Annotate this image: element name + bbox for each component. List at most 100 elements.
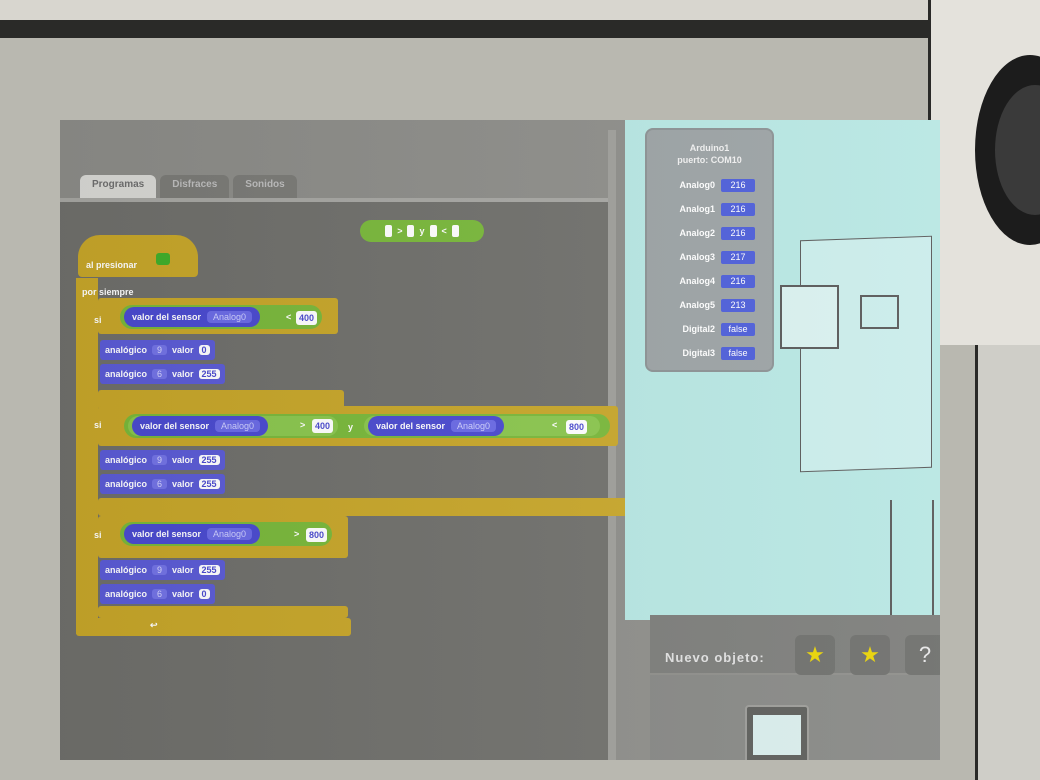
pin-dropdown[interactable]: 9	[152, 455, 168, 465]
gt-symbol: >	[397, 226, 403, 236]
choose-sprite-button[interactable]: ★	[850, 635, 890, 675]
value-label: valor	[172, 455, 194, 465]
value-input[interactable]: 0	[198, 345, 210, 355]
hat-label: al presionar	[86, 260, 138, 270]
lt-symbol: <	[286, 312, 292, 322]
value-input[interactable]: 255	[198, 455, 220, 465]
forever-block[interactable]	[76, 278, 98, 634]
tab-bar: Programas Disfraces Sonidos	[80, 175, 297, 199]
and-operator-block[interactable]: > y <	[360, 220, 484, 242]
if-block-2-end	[98, 498, 628, 516]
tab-programas[interactable]: Programas	[80, 175, 157, 199]
analog-label: analógico	[105, 369, 148, 379]
sensor-value-block[interactable]: valor del sensor Analog0	[368, 416, 505, 436]
value-label: valor	[172, 479, 194, 489]
sensor-value-block[interactable]: valor del sensor Analog0	[132, 416, 269, 436]
watcher-row-name: Analog0	[679, 180, 715, 190]
watcher-row-value: 216	[721, 202, 755, 216]
sensor-port-dropdown[interactable]: Analog0	[207, 311, 253, 323]
analog-write-block[interactable]: analógico 9 valor 255	[100, 450, 225, 470]
watcher-row-value: 213	[721, 298, 755, 312]
forever-block-end	[76, 618, 351, 636]
threshold-400[interactable]: 400	[312, 419, 334, 433]
usb-connector-image	[780, 285, 839, 349]
watcher-row: Digital3 false	[655, 344, 755, 362]
pin-dropdown[interactable]: 9	[152, 565, 168, 575]
new-sprite-label: Nuevo objeto:	[665, 650, 765, 665]
watcher-row: Analog3 217	[655, 248, 755, 266]
value-input[interactable]: 255	[198, 479, 220, 489]
watcher-row-name: Analog2	[679, 228, 715, 238]
tab-sonidos[interactable]: Sonidos	[233, 175, 297, 199]
random-sprite-button[interactable]: ?	[905, 635, 940, 675]
lt-symbol: <	[441, 226, 447, 236]
tab-disfraces[interactable]: Disfraces	[160, 175, 230, 199]
watcher-row-name: Analog3	[679, 252, 715, 262]
green-flag-hat-block[interactable]	[78, 235, 198, 277]
analog-write-block[interactable]: analógico 9 valor 255	[100, 560, 225, 580]
sprite-thumbnail-image	[753, 715, 801, 755]
threshold-400[interactable]: 400	[296, 311, 318, 325]
sensor-port-dropdown[interactable]: Analog0	[207, 528, 253, 540]
watcher-row-name: Analog4	[679, 276, 715, 286]
analog-write-block[interactable]: analógico 6 valor 255	[100, 474, 225, 494]
watcher-row-value: 216	[721, 274, 755, 288]
and-symbol: y	[419, 226, 425, 236]
analog-label: analógico	[105, 345, 148, 355]
sensor-label: valor del sensor	[132, 529, 202, 539]
threshold-800[interactable]: 800	[306, 528, 328, 542]
projected-screen: Programas Disfraces Sonidos > y < al pre…	[60, 120, 940, 760]
threshold-800[interactable]: 800	[566, 420, 588, 434]
value-label: valor	[172, 589, 194, 599]
pin-dropdown[interactable]: 9	[152, 345, 168, 355]
watcher-title: Arduino1 puerto: COM10	[647, 142, 772, 166]
watcher-row: Digital2 false	[655, 320, 755, 338]
watcher-row-value: 217	[721, 250, 755, 264]
watcher-title-line1: Arduino1	[689, 143, 730, 153]
slot[interactable]	[429, 225, 437, 237]
sensor-label: valor del sensor	[132, 312, 202, 322]
arduino-board-image	[800, 235, 932, 473]
analog-write-block[interactable]: analógico 9 valor 0	[100, 340, 215, 360]
sensor-value-block[interactable]: valor del sensor Analog0	[124, 307, 261, 327]
slot[interactable]	[451, 225, 459, 237]
green-flag-icon	[156, 253, 170, 265]
watcher-row-value: false	[721, 322, 755, 336]
analog-label: analógico	[105, 455, 148, 465]
and-symbol: y	[348, 422, 354, 432]
value-label: valor	[172, 345, 194, 355]
watcher-row-name: Digital3	[682, 348, 715, 358]
analog-write-block[interactable]: analógico 6 valor 255	[100, 364, 225, 384]
watcher-row-name: Analog1	[679, 204, 715, 214]
wall-right	[975, 345, 1040, 780]
slot[interactable]	[385, 225, 393, 237]
slot[interactable]	[407, 225, 415, 237]
sensor-watcher[interactable]: Arduino1 puerto: COM10 Analog0 216 Analo…	[645, 128, 774, 372]
forever-label: por siempre	[82, 287, 134, 297]
value-input[interactable]: 255	[198, 565, 220, 575]
watcher-row: Analog0 216	[655, 176, 755, 194]
sensor-port-dropdown[interactable]: Analog0	[451, 420, 497, 432]
analog-label: analógico	[105, 565, 148, 575]
value-input[interactable]: 0	[198, 589, 210, 599]
gt-symbol: >	[300, 420, 306, 430]
value-input[interactable]: 255	[198, 369, 220, 379]
sensor-port-dropdown[interactable]: Analog0	[215, 420, 261, 432]
sensor-label: valor del sensor	[376, 421, 446, 431]
pin-dropdown[interactable]: 6	[152, 589, 168, 599]
analog-write-block[interactable]: analógico 6 valor 0	[100, 584, 215, 604]
pin-dropdown[interactable]: 6	[152, 369, 168, 379]
sprite-thumbnail[interactable]	[745, 705, 809, 760]
pin-dropdown[interactable]: 6	[152, 479, 168, 489]
watcher-row: Analog4 216	[655, 272, 755, 290]
sensor-label: valor del sensor	[140, 421, 210, 431]
analog-label: analógico	[105, 479, 148, 489]
sensor-value-block[interactable]: valor del sensor Analog0	[124, 524, 261, 544]
watcher-row-name: Digital2	[682, 324, 715, 334]
paint-new-sprite-button[interactable]: ★	[795, 635, 835, 675]
if-block-3-end	[98, 606, 348, 618]
watcher-row: Analog2 216	[655, 224, 755, 242]
watcher-row-value: false	[721, 346, 755, 360]
if-label: si	[94, 530, 102, 540]
watcher-row: Analog5 213	[655, 296, 755, 314]
